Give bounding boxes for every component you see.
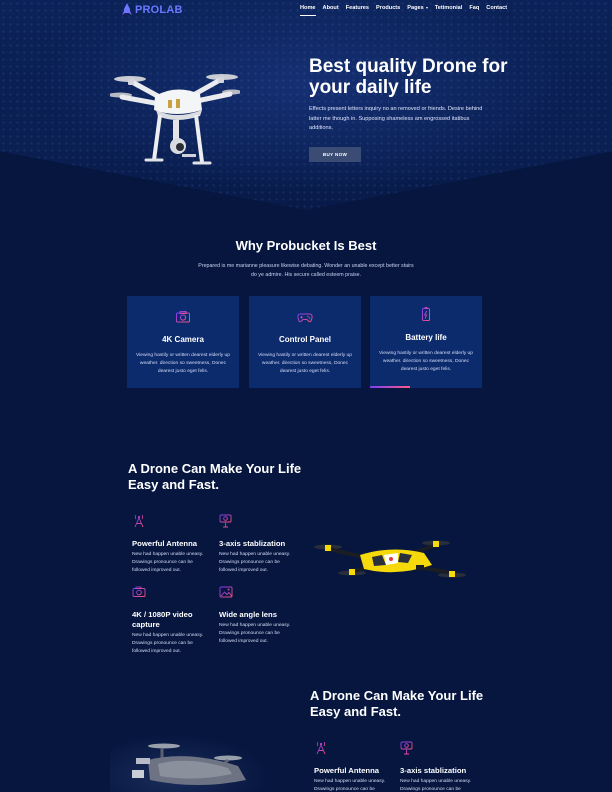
feature-title: Wide angle lens [219,610,278,619]
feature-title: 3-axis stablization [400,766,467,775]
hero-dot-pattern [0,0,612,210]
nav-pages[interactable]: Pages [407,5,428,11]
chevron-down-icon [425,6,428,9]
feature-text: New had happen unable uneasy. Drawings p… [132,633,204,655]
antenna-icon [316,741,326,755]
yellow-drone-image [314,540,466,578]
card-active-indicator [370,386,410,388]
card-text: Viewing hastily or written dearest elder… [136,353,230,374]
feature-card-control-panel[interactable]: Control Panel Viewing hastily or written… [249,296,361,388]
hero-drone-image [110,74,240,165]
stabilizer-icon [400,741,413,755]
why-section-title: Why Probucket Is Best [235,238,377,253]
card-title: Control Panel [278,335,331,344]
nav-menu: Home About Features Products Pages Tetim… [300,5,514,16]
feature-text: New had happen unable uneasy. Drawings p… [219,552,291,574]
buy-now-button[interactable]: BUY NOW [309,147,361,162]
feature-title: 3-axis stablization [219,539,286,548]
section-2-title: A Drone Can Make Your Life Easy and Fast… [310,688,484,719]
nav-contact[interactable]: Contact [486,5,507,11]
nav-about[interactable]: About [323,5,339,11]
stabilizer-icon [219,514,232,528]
camera-icon [176,311,190,323]
feature-card-battery[interactable]: Battery life Viewing hastily or written … [370,296,482,388]
feature-text: New had happen unable uneasy. Drawings p… [219,623,291,645]
card-text: Viewing hastily or written dearest elder… [258,353,352,374]
nav-faq[interactable]: Faq [469,5,479,11]
feature-title: 4K / 1080P video capture [132,610,193,629]
nav-home[interactable]: Home [300,5,316,16]
rocket-icon [122,3,132,15]
feature-text: New had happen unable uneasy. Drawings p… [132,552,204,574]
feature-text: New had happen unable uneasy. Drawings p… [400,779,472,792]
nav-pages-label: Pages [407,5,424,11]
nav-testimonial[interactable]: Tetimonial [435,5,463,11]
nav-features[interactable]: Features [346,5,369,11]
logo-text: PROLAB [135,3,183,16]
card-title: 4K Camera [162,335,204,344]
image-icon [219,586,233,598]
gray-drone-image [132,743,246,785]
feature-text: New had happen unable uneasy. Drawings p… [314,779,386,792]
nav-products[interactable]: Products [376,5,400,11]
logo[interactable]: PROLAB [122,3,183,16]
why-section-description: Prepared is me marianne pleasure likewis… [198,263,414,278]
camera-icon [132,586,146,597]
navbar: PROLAB Home About Features Products Page… [0,0,612,20]
gamepad-icon [297,313,313,323]
antenna-icon [134,514,144,528]
card-text: Viewing hastily or written dearest elder… [379,351,473,372]
battery-icon [422,307,430,321]
feature-title: Powerful Antenna [314,766,380,775]
section-1-title: A Drone Can Make Your Life Easy and Fast… [128,461,302,492]
hero-title: Best quality Drone for your daily life [309,56,508,98]
feature-title: Powerful Antenna [132,539,198,548]
card-title: Battery life [405,333,447,342]
hero-description: Effects present letters inquiry no an re… [309,106,483,131]
feature-card-camera[interactable]: 4K Camera Viewing hastily or written dea… [127,296,239,388]
page: PROLAB Home About Features Products Page… [0,0,612,792]
